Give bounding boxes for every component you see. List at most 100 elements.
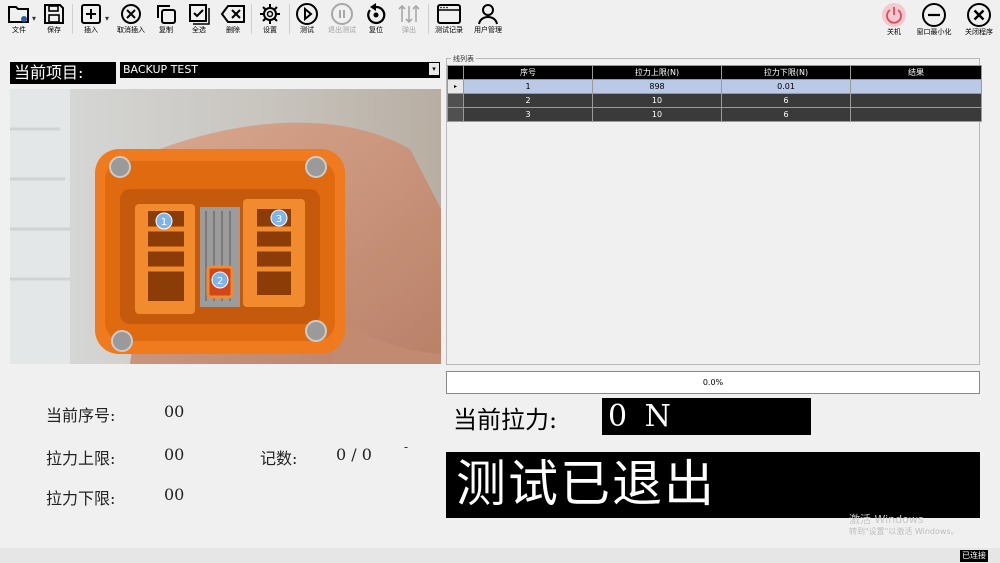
table-cell-seq[interactable]: 2 [463, 93, 593, 108]
current-force-value: 0 N [602, 398, 811, 435]
delete-button[interactable]: 删除 [219, 0, 247, 40]
table-cell-result[interactable] [850, 93, 982, 108]
table-header-row: 序号 拉力上限(N) 拉力下限(N) 结果 [447, 65, 982, 80]
row-header-corner [447, 65, 464, 80]
select-all-button[interactable]: 全选 [186, 0, 212, 40]
copy-icon [157, 5, 176, 24]
progress-text: 0.0% [702, 378, 724, 387]
upper-limit-value: 00 [164, 445, 185, 464]
wire-list-title: 线列表 [451, 54, 476, 64]
file-button[interactable]: 文件 [6, 0, 32, 40]
settings-button[interactable]: 设置 [257, 0, 283, 40]
table-cell-lower[interactable]: 6 [721, 93, 851, 108]
table-cell-seq[interactable]: 1 [463, 79, 593, 94]
cancel-insert-icon [121, 4, 141, 24]
row-header[interactable] [447, 93, 464, 108]
current-project-label: 当前项目: [10, 62, 116, 84]
save-icon [44, 4, 64, 24]
toolbar: 文件 ▾ 保存 插入 ▾ 取消插入 复制 全选 删除 设置 测试 退出测试 复位… [0, 0, 1000, 40]
pin-marker-3-label: 3 [276, 214, 282, 225]
file-label: 文件 [12, 26, 26, 34]
minimize-icon [922, 3, 946, 27]
table-cell-upper[interactable]: 898 [592, 79, 722, 94]
pin-marker-2: 2 [211, 271, 229, 289]
chevron-down-icon[interactable]: ▾ [429, 63, 439, 75]
delete-label: 删除 [226, 26, 240, 34]
insert-dropdown-icon[interactable]: ▾ [105, 14, 109, 23]
close-icon [967, 3, 991, 27]
file-dropdown-icon[interactable]: ▾ [32, 14, 36, 23]
user-management-label: 用户管理 [474, 26, 502, 34]
pin-marker-1-label: 1 [161, 217, 167, 228]
status-bar [0, 548, 1000, 563]
close-program-button[interactable]: 关闭程序 [961, 0, 997, 40]
minimize-button[interactable]: 窗口最小化 [913, 0, 955, 40]
count-label: 记数: [260, 449, 298, 468]
exit-test-label: 退出测试 [328, 26, 356, 34]
current-force-label: 当前拉力: [453, 406, 558, 434]
save-label: 保存 [47, 26, 61, 34]
table-cell-result[interactable] [850, 79, 982, 94]
column-header-seq[interactable]: 序号 [463, 65, 593, 80]
test-label: 测试 [300, 26, 314, 34]
table-cell-upper[interactable]: 10 [592, 107, 722, 122]
reset-icon [367, 3, 386, 25]
table-cell-result[interactable] [850, 107, 982, 122]
select-all-label: 全选 [192, 26, 206, 34]
table-row[interactable]: 3 10 6 [447, 107, 982, 122]
project-select[interactable]: BACKUP TEST ▾ [120, 62, 440, 78]
pin-marker-1: 1 [155, 212, 173, 230]
settings-icon [260, 4, 280, 24]
reset-button[interactable]: 复位 [364, 0, 388, 40]
shutdown-label: 关机 [887, 28, 901, 36]
column-header-lower[interactable]: 拉力下限(N) [721, 65, 851, 80]
toolbar-divider [428, 4, 429, 34]
table-cell-lower[interactable]: 0.01 [721, 79, 851, 94]
user-management-button[interactable]: 用户管理 [471, 0, 505, 40]
test-button[interactable]: 测试 [294, 0, 320, 40]
save-button[interactable]: 保存 [40, 0, 68, 40]
table-row[interactable]: 2 10 6 [447, 93, 982, 108]
copy-label: 复制 [159, 26, 173, 34]
test-record-button[interactable]: 测试记录 [432, 0, 466, 40]
power-icon [882, 3, 906, 27]
test-record-icon [437, 4, 461, 24]
table-cell-lower[interactable]: 6 [721, 107, 851, 122]
current-seq-value: 00 [164, 402, 185, 421]
upper-limit-label: 拉力上限: [46, 449, 116, 468]
cancel-insert-label: 取消插入 [117, 26, 145, 34]
minimize-label: 窗口最小化 [916, 28, 952, 36]
exit-test-button[interactable]: 退出测试 [326, 0, 358, 40]
table-cell-seq[interactable]: 3 [463, 107, 593, 122]
table-row[interactable]: ▸ 1 898 0.01 [447, 79, 982, 94]
current-seq-label: 当前序号: [46, 406, 116, 425]
eject-button[interactable]: 弹出 [395, 0, 423, 40]
column-header-upper[interactable]: 拉力上限(N) [592, 65, 722, 80]
activation-watermark-text: 转到"设置"以激活 Windows。 [849, 527, 959, 536]
lower-limit-value: 00 [164, 485, 185, 504]
connection-status: 已连接 [960, 550, 988, 562]
close-program-label: 关闭程序 [965, 28, 993, 36]
eject-label: 弹出 [402, 26, 416, 34]
row-selected-indicator[interactable]: ▸ [447, 79, 464, 94]
column-header-result[interactable]: 结果 [850, 65, 982, 80]
lower-limit-label: 拉力下限: [46, 489, 116, 508]
row-header[interactable] [447, 107, 464, 122]
insert-button[interactable]: 插入 [78, 0, 104, 40]
insert-label: 插入 [84, 26, 98, 34]
cancel-insert-button[interactable]: 取消插入 [114, 0, 148, 40]
settings-label: 设置 [263, 26, 277, 34]
pin-marker-2-label: 2 [217, 276, 223, 287]
table-cell-upper[interactable]: 10 [592, 93, 722, 108]
shutdown-button[interactable]: 关机 [880, 0, 908, 40]
activation-watermark-title: 激活 Windows [849, 513, 924, 526]
pause-icon [331, 3, 353, 25]
copy-button[interactable]: 复制 [153, 0, 179, 40]
play-icon [296, 3, 318, 25]
wire-list-table[interactable]: 序号 拉力上限(N) 拉力下限(N) 结果 ▸ 1 898 0.01 2 10 … [447, 65, 982, 122]
delete-icon [220, 5, 245, 23]
select-all-icon [189, 4, 210, 25]
folder-icon [8, 6, 29, 23]
plus-square-icon [81, 4, 101, 24]
count-extra: - [404, 440, 409, 454]
